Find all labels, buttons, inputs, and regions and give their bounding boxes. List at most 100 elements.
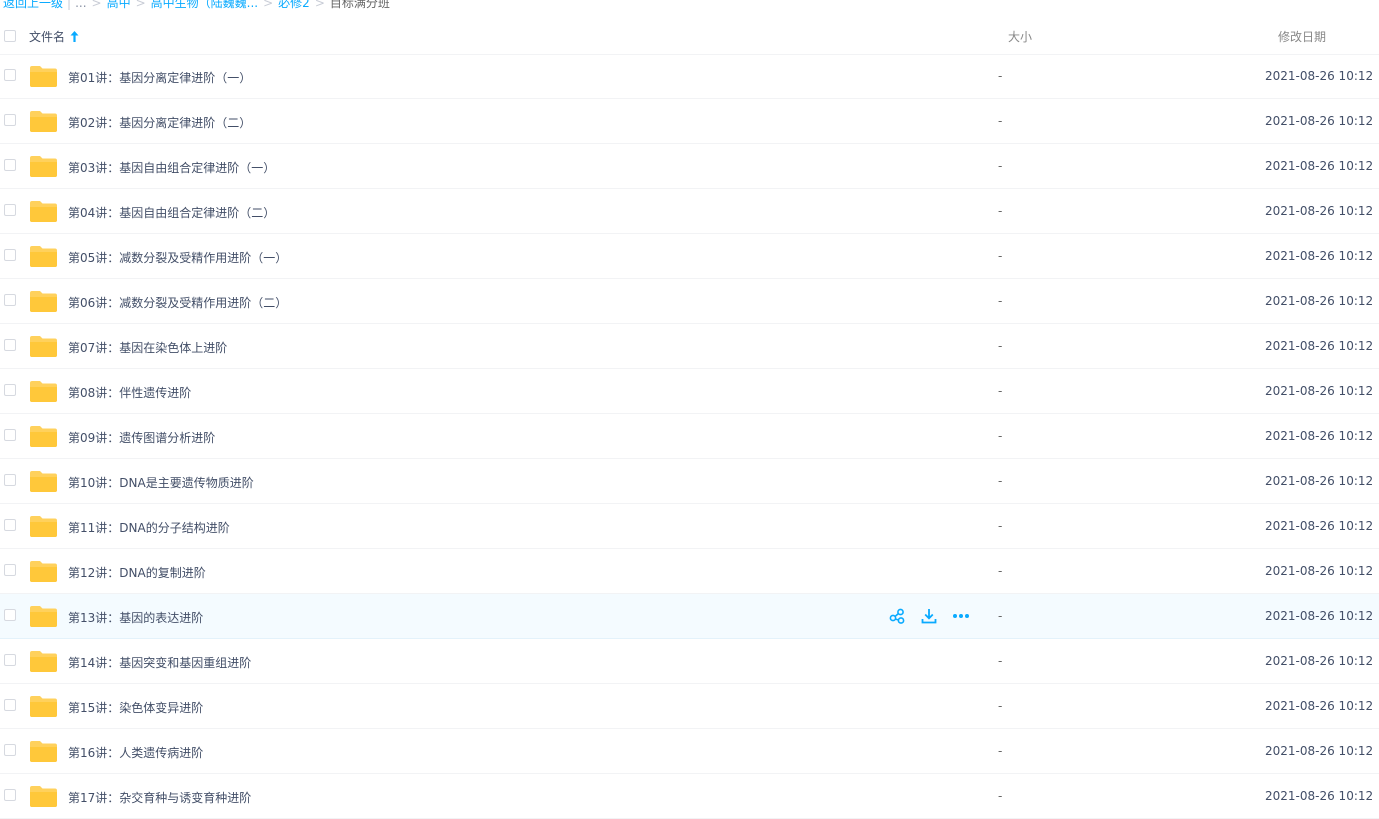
file-date: 2021-08-26 10:12: [1265, 249, 1374, 263]
file-name[interactable]: 第05讲：减数分裂及受精作用进阶（一）: [68, 249, 287, 266]
folder-icon[interactable]: [30, 200, 57, 222]
folder-icon[interactable]: [30, 110, 57, 132]
folder-icon[interactable]: [30, 470, 57, 492]
breadcrumb-separator: >: [135, 0, 146, 10]
file-size: -: [998, 519, 1003, 533]
file-row[interactable]: 第02讲：基因分离定律进阶（二） - 2021-08-26 10:12: [0, 99, 1379, 144]
file-date: 2021-08-26 10:12: [1265, 429, 1374, 443]
folder-icon[interactable]: [30, 740, 57, 762]
file-size: -: [998, 159, 1003, 173]
row-checkbox[interactable]: [4, 249, 16, 261]
file-date: 2021-08-26 10:12: [1265, 69, 1374, 83]
file-name[interactable]: 第11讲：DNA的分子结构进阶: [68, 519, 230, 536]
file-row[interactable]: 第03讲：基因自由组合定律进阶（一） - 2021-08-26 10:12: [0, 144, 1379, 189]
row-checkbox[interactable]: [4, 654, 16, 666]
column-header-size[interactable]: 大小: [1008, 28, 1032, 45]
back-link[interactable]: 返回上一级: [3, 0, 63, 11]
file-size: -: [998, 789, 1003, 803]
file-row[interactable]: 第12讲：DNA的复制进阶 - 2021-08-26 10:12: [0, 549, 1379, 594]
folder-icon[interactable]: [30, 335, 57, 357]
file-name[interactable]: 第17讲：杂交育种与诱变育种进阶: [68, 789, 251, 806]
file-row[interactable]: 第07讲：基因在染色体上进阶 - 2021-08-26 10:12: [0, 324, 1379, 369]
file-row[interactable]: 第08讲：伴性遗传进阶 - 2021-08-26 10:12: [0, 369, 1379, 414]
file-name[interactable]: 第06讲：减数分裂及受精作用进阶（二）: [68, 294, 287, 311]
breadcrumb-ellipsis[interactable]: ...: [75, 0, 86, 11]
breadcrumb-separator: >: [91, 0, 102, 10]
file-list-header: 文件名 大小 修改日期: [0, 18, 1379, 55]
breadcrumb-separator: >: [263, 0, 274, 10]
row-checkbox[interactable]: [4, 609, 16, 621]
folder-icon[interactable]: [30, 245, 57, 267]
file-row[interactable]: 第04讲：基因自由组合定律进阶（二） - 2021-08-26 10:12: [0, 189, 1379, 234]
file-row[interactable]: 第09讲：遗传图谱分析进阶 - 2021-08-26 10:12: [0, 414, 1379, 459]
column-header-name-label: 文件名: [29, 30, 66, 44]
breadcrumb-item[interactable]: 必修2: [278, 0, 310, 11]
download-icon[interactable]: [919, 606, 939, 626]
file-row[interactable]: 第16讲：人类遗传病进阶 - 2021-08-26 10:12: [0, 729, 1379, 774]
file-date: 2021-08-26 10:12: [1265, 384, 1374, 398]
breadcrumb-item[interactable]: 高中: [107, 0, 131, 11]
file-name[interactable]: 第16讲：人类遗传病进阶: [68, 744, 203, 761]
folder-icon[interactable]: [30, 695, 57, 717]
folder-icon[interactable]: [30, 290, 57, 312]
file-row[interactable]: 第14讲：基因突变和基因重组进阶 - 2021-08-26 10:12: [0, 639, 1379, 684]
file-row[interactable]: 第15讲：染色体变异进阶 - 2021-08-26 10:12: [0, 684, 1379, 729]
file-name[interactable]: 第14讲：基因突变和基因重组进阶: [68, 654, 251, 671]
row-checkbox[interactable]: [4, 294, 16, 306]
row-checkbox[interactable]: [4, 114, 16, 126]
file-name[interactable]: 第04讲：基因自由组合定律进阶（二）: [68, 204, 275, 221]
file-size: -: [998, 564, 1003, 578]
file-name[interactable]: 第07讲：基因在染色体上进阶: [68, 339, 227, 356]
file-name[interactable]: 第12讲：DNA的复制进阶: [68, 564, 206, 581]
file-size: -: [998, 429, 1003, 443]
row-checkbox[interactable]: [4, 339, 16, 351]
folder-icon[interactable]: [30, 785, 57, 807]
more-icon[interactable]: [951, 606, 971, 626]
file-name[interactable]: 第13讲：基因的表达进阶: [68, 609, 203, 626]
file-row[interactable]: 第11讲：DNA的分子结构进阶 - 2021-08-26 10:12: [0, 504, 1379, 549]
folder-icon[interactable]: [30, 65, 57, 87]
share-icon[interactable]: [887, 606, 907, 626]
row-checkbox[interactable]: [4, 474, 16, 486]
file-row[interactable]: 第06讲：减数分裂及受精作用进阶（二） - 2021-08-26 10:12: [0, 279, 1379, 324]
file-name[interactable]: 第03讲：基因自由组合定律进阶（一）: [68, 159, 275, 176]
file-date: 2021-08-26 10:12: [1265, 294, 1374, 308]
file-size: -: [998, 609, 1003, 623]
file-row[interactable]: 第01讲：基因分离定律进阶（一） - 2021-08-26 10:12: [0, 54, 1379, 99]
file-row[interactable]: 第17讲：杂交育种与诱变育种进阶 - 2021-08-26 10:12: [0, 774, 1379, 819]
folder-icon[interactable]: [30, 605, 57, 627]
row-checkbox[interactable]: [4, 384, 16, 396]
column-header-date[interactable]: 修改日期: [1278, 28, 1326, 45]
row-checkbox[interactable]: [4, 204, 16, 216]
file-name[interactable]: 第09讲：遗传图谱分析进阶: [68, 429, 215, 446]
file-name[interactable]: 第02讲：基因分离定律进阶（二）: [68, 114, 251, 131]
breadcrumb-separator: >: [314, 0, 325, 10]
row-checkbox[interactable]: [4, 564, 16, 576]
folder-icon[interactable]: [30, 650, 57, 672]
file-name[interactable]: 第08讲：伴性遗传进阶: [68, 384, 191, 401]
row-checkbox[interactable]: [4, 429, 16, 441]
file-name[interactable]: 第01讲：基因分离定律进阶（一）: [68, 69, 251, 86]
file-date: 2021-08-26 10:12: [1265, 654, 1374, 668]
file-date: 2021-08-26 10:12: [1265, 699, 1374, 713]
file-size: -: [998, 204, 1003, 218]
file-name[interactable]: 第10讲：DNA是主要遗传物质进阶: [68, 474, 254, 491]
file-row[interactable]: 第05讲：减数分裂及受精作用进阶（一） - 2021-08-26 10:12: [0, 234, 1379, 279]
row-checkbox[interactable]: [4, 789, 16, 801]
row-checkbox[interactable]: [4, 519, 16, 531]
row-checkbox[interactable]: [4, 699, 16, 711]
file-name[interactable]: 第15讲：染色体变异进阶: [68, 699, 203, 716]
row-checkbox[interactable]: [4, 159, 16, 171]
row-checkbox[interactable]: [4, 69, 16, 81]
folder-icon[interactable]: [30, 560, 57, 582]
file-row[interactable]: 第13讲：基因的表达进阶 - 2021-08-26 10:12: [0, 594, 1379, 639]
select-all-checkbox[interactable]: [4, 30, 16, 42]
column-header-name[interactable]: 文件名: [29, 28, 79, 45]
file-row[interactable]: 第10讲：DNA是主要遗传物质进阶 - 2021-08-26 10:12: [0, 459, 1379, 504]
folder-icon[interactable]: [30, 155, 57, 177]
folder-icon[interactable]: [30, 515, 57, 537]
breadcrumb-item[interactable]: 高中生物（陆巍巍...: [151, 0, 258, 11]
folder-icon[interactable]: [30, 380, 57, 402]
folder-icon[interactable]: [30, 425, 57, 447]
row-checkbox[interactable]: [4, 744, 16, 756]
